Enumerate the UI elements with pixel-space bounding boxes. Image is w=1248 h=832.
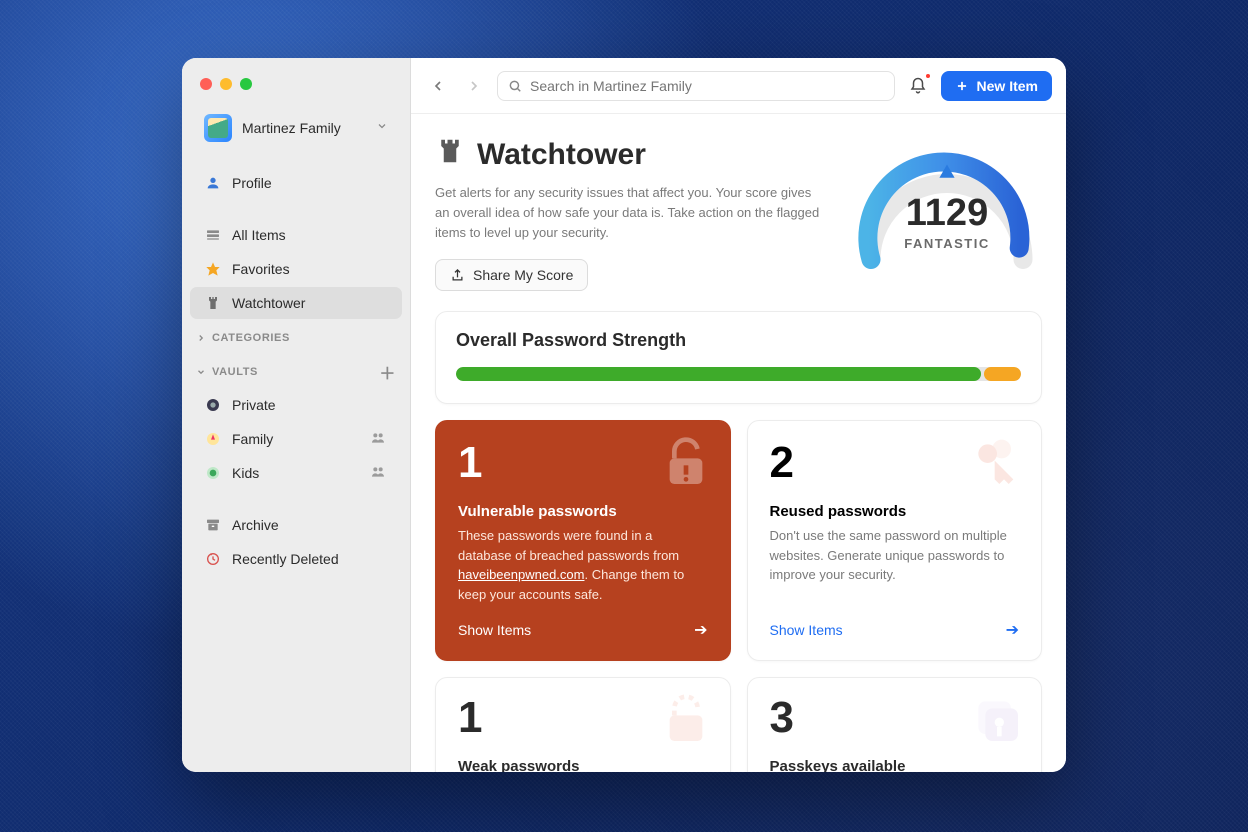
weak-passwords-card: 1 Weak passwords Weak passwords are easi… [435, 677, 731, 772]
security-score-value: 1129 [852, 192, 1042, 235]
plus-icon [955, 79, 969, 93]
sidebar-item-label: Recently Deleted [232, 551, 339, 567]
sidebar: Martinez Family Profile All Items Favori… [182, 58, 411, 772]
sidebar-item-profile[interactable]: Profile [190, 167, 402, 199]
sidebar-item-label: Profile [232, 175, 272, 191]
share-score-label: Share My Score [473, 267, 573, 283]
sidebar-item-archive[interactable]: Archive [190, 509, 402, 541]
vault-private[interactable]: Private [190, 389, 402, 421]
vulnerable-passwords-card: 1 Vulnerable passwords These passwords w… [435, 420, 731, 661]
strength-weak-segment [984, 367, 1021, 381]
nav-back-button[interactable] [425, 73, 451, 99]
account-name: Martinez Family [242, 120, 366, 136]
sidebar-item-watchtower[interactable]: Watchtower [190, 287, 402, 319]
notification-dot-icon [924, 72, 932, 80]
show-reused-items-button[interactable]: Show Items ➔ [770, 604, 1020, 640]
sidebar-item-label: All Items [232, 227, 286, 243]
vault-icon [204, 430, 222, 448]
reused-passwords-card: 2 Reused passwords Don't use the same pa… [747, 420, 1043, 661]
reused-description: Don't use the same password on multiple … [770, 526, 1020, 585]
toolbar: New Item [411, 58, 1066, 114]
vault-label: Private [232, 397, 276, 413]
close-window-icon[interactable] [200, 78, 212, 90]
password-strength-bar [456, 367, 1021, 381]
new-item-label: New Item [977, 78, 1038, 94]
share-icon [450, 268, 465, 283]
bell-icon [909, 77, 927, 95]
vault-kids[interactable]: Kids [190, 457, 402, 489]
archive-icon [204, 516, 222, 534]
sidebar-item-label: Archive [232, 517, 279, 533]
sidebar-item-all-items[interactable]: All Items [190, 219, 402, 251]
all-items-icon [204, 226, 222, 244]
arrow-right-icon: ➔ [694, 620, 707, 640]
app-window: Martinez Family Profile All Items Favori… [182, 58, 1066, 772]
vulnerable-description: These passwords were found in a database… [458, 526, 708, 604]
password-strength-title: Overall Password Strength [456, 330, 1021, 351]
weak-lock-icon [658, 692, 714, 753]
account-switcher[interactable]: Martinez Family [190, 106, 402, 150]
password-strength-card: Overall Password Strength [435, 311, 1042, 404]
passkey-icon [969, 692, 1025, 753]
profile-icon [204, 174, 222, 192]
hibp-link[interactable]: haveibeenpwned.com [458, 567, 584, 582]
star-icon [204, 260, 222, 278]
share-score-button[interactable]: Share My Score [435, 259, 588, 291]
watchtower-header: Watchtower Get alerts for any security i… [435, 136, 1042, 291]
arrow-right-icon: ➔ [1006, 620, 1019, 640]
strength-good-segment [456, 367, 981, 381]
add-vault-button[interactable]: ＋ [379, 360, 396, 384]
security-score-label: FANTASTIC [852, 236, 1042, 251]
shared-icon [370, 464, 388, 482]
page-title-text: Watchtower [477, 138, 646, 172]
weak-title: Weak passwords [458, 758, 708, 772]
sidebar-item-label: Watchtower [232, 295, 305, 311]
watchtower-icon [204, 294, 222, 312]
search-field[interactable] [497, 71, 895, 101]
page-title: Watchtower [435, 136, 828, 173]
section-label: VAULTS [212, 366, 258, 378]
account-avatar-icon [204, 114, 232, 142]
main-panel: New Item Watchtower Get alerts for any s… [411, 58, 1066, 772]
search-input[interactable] [530, 78, 884, 94]
section-header-vaults[interactable]: VAULTS ＋ [182, 348, 410, 388]
chevron-right-icon [196, 333, 206, 343]
passkeys-available-card: 3 Passkeys available Passkeys are a more… [747, 677, 1043, 772]
fullscreen-window-icon[interactable] [240, 78, 252, 90]
show-vulnerable-items-button[interactable]: Show Items ➔ [458, 604, 708, 640]
chevron-down-icon [376, 119, 388, 137]
vault-family[interactable]: Family [190, 423, 402, 455]
passkeys-title: Passkeys available [770, 758, 1020, 772]
vulnerable-title: Vulnerable passwords [458, 503, 708, 520]
chevron-down-icon [196, 367, 206, 377]
nav-forward-button[interactable] [461, 73, 487, 99]
new-item-button[interactable]: New Item [941, 71, 1052, 101]
unlock-alert-icon [658, 435, 714, 496]
page-description: Get alerts for any security issues that … [435, 183, 828, 243]
show-items-label: Show Items [458, 622, 531, 638]
show-items-label: Show Items [770, 622, 843, 638]
section-label: CATEGORIES [212, 332, 290, 344]
minimize-window-icon[interactable] [220, 78, 232, 90]
section-header-categories[interactable]: CATEGORIES [182, 320, 410, 348]
notifications-button[interactable] [905, 73, 931, 99]
sidebar-item-favorites[interactable]: Favorites [190, 253, 402, 285]
content-scroll[interactable]: Watchtower Get alerts for any security i… [411, 114, 1066, 772]
keys-icon [969, 435, 1025, 496]
watchtower-icon [435, 136, 465, 173]
vault-label: Family [232, 431, 273, 447]
sidebar-item-label: Favorites [232, 261, 290, 277]
shared-icon [370, 430, 388, 448]
reused-title: Reused passwords [770, 503, 1020, 520]
security-score-gauge: 1129 FANTASTIC [852, 136, 1042, 286]
vault-icon [204, 396, 222, 414]
vault-icon [204, 464, 222, 482]
window-traffic-lights [182, 68, 410, 102]
recently-deleted-icon [204, 550, 222, 568]
search-icon [508, 79, 522, 93]
vault-label: Kids [232, 465, 259, 481]
sidebar-item-recently-deleted[interactable]: Recently Deleted [190, 543, 402, 575]
